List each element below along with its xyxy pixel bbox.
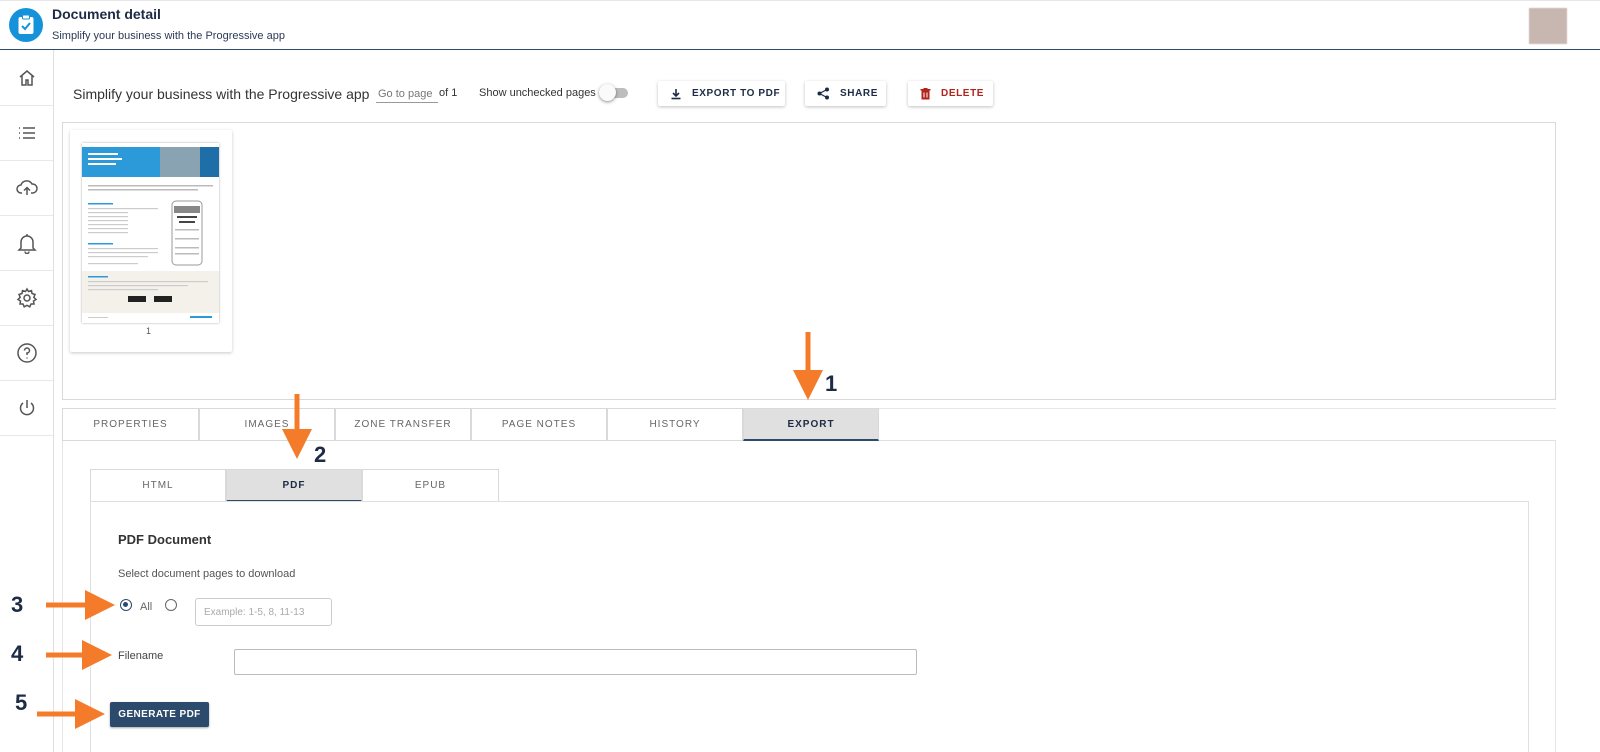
step-number-5: 5 [15,690,28,715]
step-number-3: 3 [11,592,24,617]
step-number-2: 2 [314,442,327,467]
annotation-arrows [37,332,823,729]
step-number-4: 4 [11,641,24,666]
step-number-1: 1 [825,371,838,396]
